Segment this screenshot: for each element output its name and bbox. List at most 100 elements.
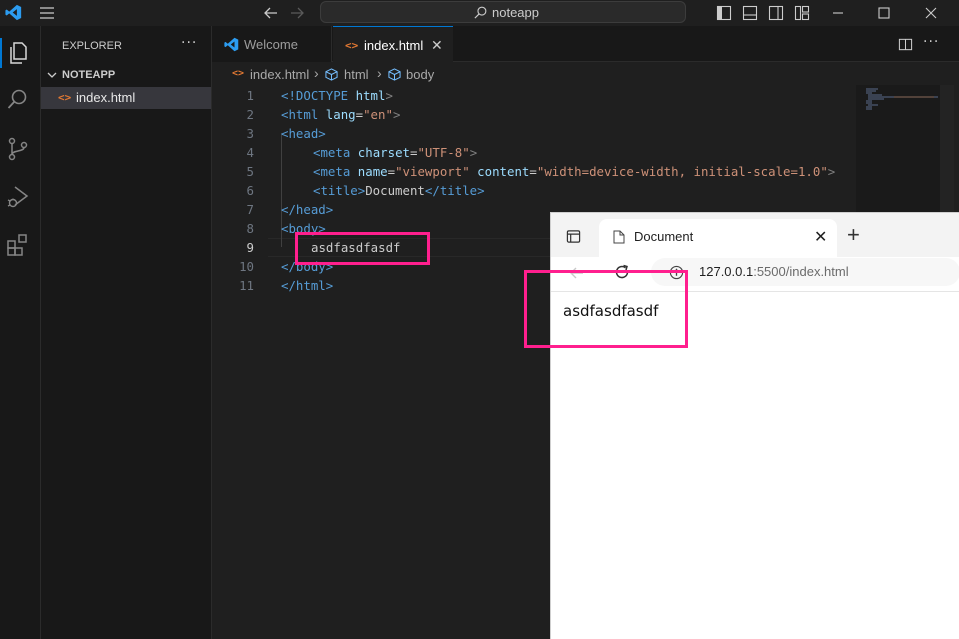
code-token: "viewport" (395, 164, 470, 179)
minimap[interactable] (856, 85, 940, 213)
code-line: <meta charset="UTF-8"> (313, 145, 477, 160)
line-number: 8 (246, 221, 254, 236)
code-token: "en" (363, 107, 393, 122)
line-number: 10 (239, 259, 254, 274)
code-line: <title>Document</title> (313, 183, 485, 198)
code-token: <meta (313, 145, 351, 160)
code-token: name (350, 164, 388, 179)
code-line: <meta name="viewport" content="width=dev… (313, 164, 835, 179)
close-icon[interactable] (922, 4, 940, 22)
tab-index-html[interactable]: <> index.html ✕ (333, 26, 453, 62)
toggle-panel-icon[interactable] (741, 4, 759, 22)
line-number: 4 (246, 145, 254, 160)
code-token: <meta (313, 164, 351, 179)
close-tab-icon[interactable]: ✕ (431, 37, 443, 54)
code-line: </html> (281, 278, 333, 293)
browser-tab-title: Document (634, 229, 694, 244)
cube-icon (388, 68, 401, 81)
file-index-html[interactable]: <> index.html (41, 87, 211, 109)
split-editor-icon[interactable] (898, 37, 913, 52)
html-file-icon: <> (232, 68, 245, 79)
breadcrumb-body[interactable]: body (406, 67, 434, 82)
code-token: <head> (281, 126, 326, 141)
line-number: 6 (246, 183, 254, 198)
line-number: 7 (246, 202, 254, 217)
code-token: content (469, 164, 530, 179)
editor-tabs: Welcome <> index.html ✕ ··· (212, 26, 959, 62)
line-number: 3 (246, 126, 254, 141)
folder-name: NOTEAPP (62, 69, 116, 81)
breadcrumb-separator: › (377, 65, 382, 81)
chevron-down-icon (47, 72, 57, 78)
url-path: :5500/index.html (753, 264, 849, 279)
url-text: 127.0.0.1:5500/index.html (699, 264, 849, 279)
line-number: 2 (246, 107, 254, 122)
code-token: = (387, 164, 396, 179)
line-number: 5 (246, 164, 254, 179)
browser-tab-strip: Document ✕ + (551, 213, 959, 257)
line-number: 1 (246, 88, 254, 103)
code-token: Document (365, 183, 425, 198)
breadcrumb-file[interactable]: index.html (250, 67, 309, 82)
maximize-icon[interactable] (875, 4, 893, 22)
code-token: > (469, 145, 478, 160)
toggle-sidebar-icon[interactable] (715, 4, 733, 22)
tab-label: index.html (364, 38, 424, 53)
breadcrumb-separator: › (314, 65, 319, 81)
code-line: <head> (281, 126, 326, 141)
line-number: 11 (239, 278, 254, 293)
highlight-box-browser (524, 270, 688, 348)
search-icon (474, 6, 487, 19)
new-tab-button[interactable]: + (847, 222, 860, 248)
html-file-icon: <> (345, 39, 359, 52)
code-token: </title> (424, 183, 485, 198)
extensions-icon[interactable] (5, 232, 31, 258)
vscode-logo-icon (5, 4, 22, 21)
tab-actions-icon[interactable] (566, 229, 581, 244)
code-token: <title> (313, 183, 366, 198)
close-tab-icon[interactable]: ✕ (814, 227, 827, 247)
address-bar[interactable]: 127.0.0.1:5500/index.html (651, 258, 959, 286)
code-token: = (529, 164, 537, 179)
forward-icon[interactable] (288, 4, 306, 22)
back-icon[interactable] (262, 4, 280, 22)
breadcrumb-html[interactable]: html (344, 67, 369, 82)
highlight-box-editor (295, 232, 430, 265)
minimize-icon[interactable] (829, 4, 847, 22)
explorer-icon[interactable] (5, 40, 31, 66)
run-debug-icon[interactable] (5, 184, 31, 210)
code-token: > (385, 88, 393, 103)
url-host: 127.0.0.1 (699, 264, 754, 279)
code-token: = (355, 107, 364, 122)
breadcrumb: <> index.html › html › body (212, 63, 959, 85)
tab-welcome[interactable]: Welcome (212, 26, 332, 62)
line-number: 9 (246, 240, 254, 255)
search-activity-icon[interactable] (5, 87, 31, 113)
active-indicator (0, 38, 2, 68)
code-line: <!DOCTYPE html> (281, 88, 393, 103)
file-name: index.html (76, 90, 136, 105)
cube-icon (325, 68, 338, 81)
more-actions-button[interactable]: ··· (181, 35, 197, 51)
editor-more-actions-button[interactable]: ··· (923, 34, 939, 50)
customize-layout-icon[interactable] (793, 4, 811, 22)
code-token: > (827, 164, 836, 179)
folder-noteapp[interactable]: NOTEAPP (45, 67, 211, 85)
tab-label: Welcome (244, 37, 298, 52)
explorer-title: EXPLORER (62, 40, 122, 52)
vscode-logo-icon (224, 37, 239, 52)
source-control-icon[interactable] (5, 136, 31, 162)
menu-icon[interactable] (38, 4, 56, 22)
title-bar: noteapp (0, 0, 959, 26)
code-token: html (348, 88, 386, 103)
code-token: "width=device-width, initial-scale=1.0" (536, 164, 828, 179)
command-center-search[interactable]: noteapp (320, 1, 686, 23)
html-file-icon: <> (58, 91, 72, 104)
toggle-secondary-sidebar-icon[interactable] (767, 4, 785, 22)
browser-tab-document[interactable]: Document ✕ (599, 219, 837, 257)
code-token: > (392, 107, 401, 122)
code-token: <html (281, 107, 319, 122)
code-token: lang (318, 107, 356, 122)
explorer-sidebar: EXPLORER ··· NOTEAPP <> index.html (41, 26, 212, 639)
editor-scrollbar[interactable] (940, 85, 954, 213)
